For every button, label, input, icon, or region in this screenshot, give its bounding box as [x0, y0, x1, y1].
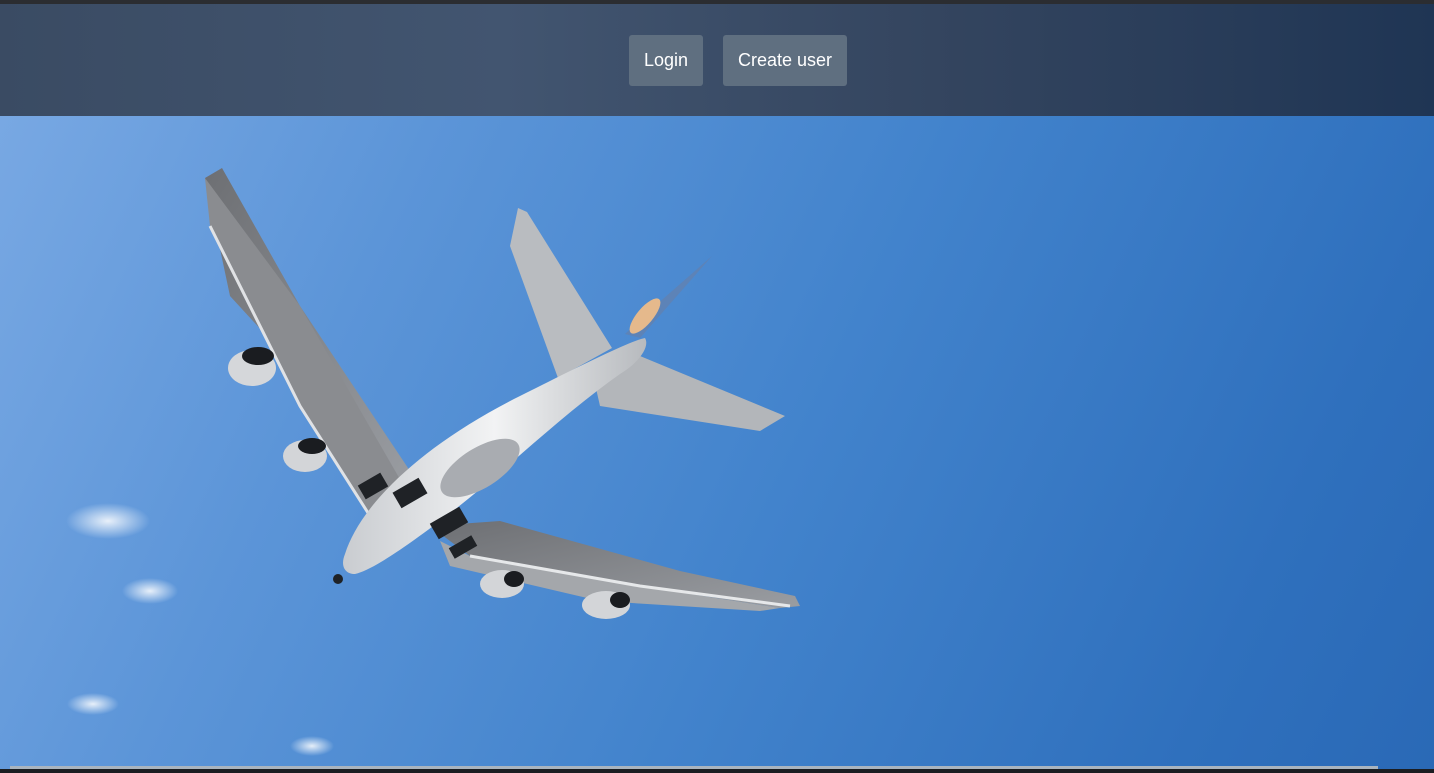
hero-banner: [0, 116, 1434, 773]
login-button[interactable]: Login: [628, 35, 703, 86]
clouds: [66, 503, 334, 756]
window-bottom-bar: [0, 769, 1434, 773]
airplane: [205, 168, 800, 619]
auth-buttons: Login Create user: [628, 35, 848, 86]
top-navigation-bar: Login Create user: [0, 4, 1434, 116]
create-user-button[interactable]: Create user: [723, 35, 848, 86]
airplane-sky-image: [66, 168, 800, 756]
